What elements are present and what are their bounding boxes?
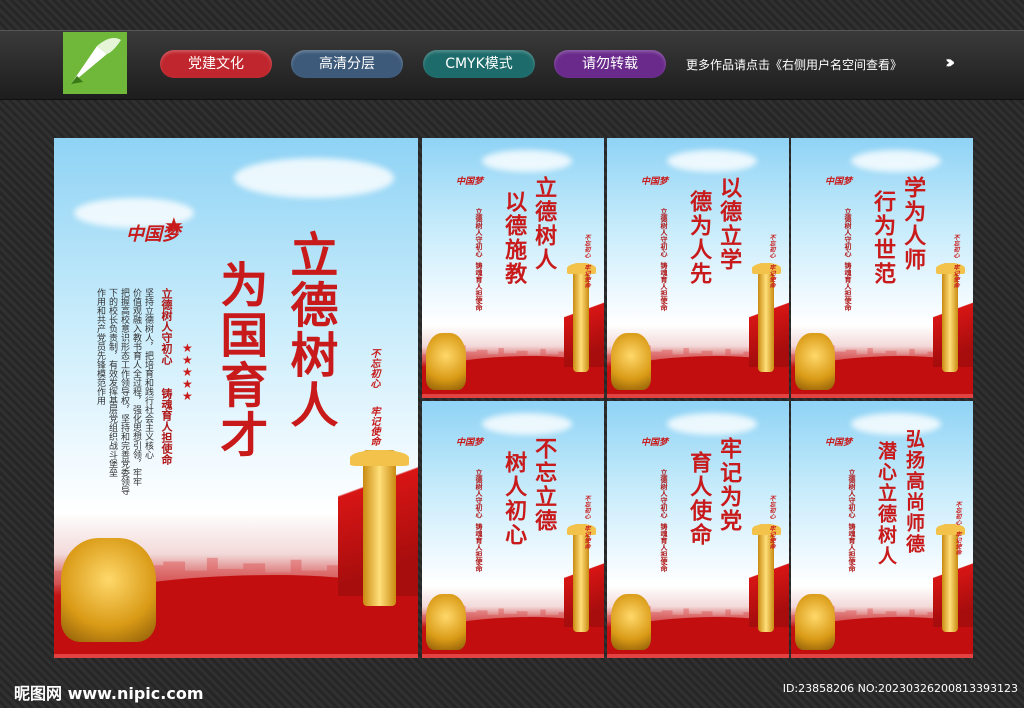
cloud [234, 158, 394, 198]
poster-title-line2: 潜心立德树人 [874, 441, 897, 567]
poster-subtitle-line2: 铸魂育人担使命 [660, 523, 669, 572]
poster-subtitle-line1: 立德树人守初心 [475, 208, 484, 257]
tag-cmyk-mode[interactable]: CMYK模式 [423, 50, 535, 78]
china-dream-emblem: 中国梦 [456, 177, 484, 187]
stone-lion [794, 593, 835, 651]
stamp-text-2: 牢记使命 [768, 525, 775, 549]
main-poster[interactable]: 中国梦 ★ 立德树人 为国育才 ★ ★ ★ ★ ★ 立德树人守初心 铸魂育人担使命 坚持… [54, 138, 418, 658]
stamp-text-1: 不忘初心 [368, 348, 379, 388]
small-poster-4[interactable]: 中国梦 不忘立德 树人初心 立德树人守初心 铸魂育人担使命 不忘初心 牢记使命 [422, 401, 604, 658]
cloud [482, 413, 572, 435]
tag-hd-layers[interactable]: 高清分层 [291, 50, 403, 78]
poster-subtitle-line2: 铸魂育人担使命 [844, 262, 853, 311]
stamp-text-1: 不忘初心 [583, 234, 590, 258]
poster-subtitle-line2: 铸魂育人担使命 [848, 523, 857, 572]
main-subtitle-line1: 立德树人守初心 [160, 288, 173, 365]
china-dream-emblem: 中国梦 [825, 438, 853, 448]
poster-title-line1: 弘扬高尚师德 [902, 429, 925, 555]
china-dream-emblem: 中国梦 [641, 438, 669, 448]
poster-title-line1: 不忘立德 [531, 437, 558, 533]
nipic-watermark: 昵图网 www.nipic.com [14, 684, 204, 703]
poster-subtitle-line1: 立德树人守初心 [844, 208, 853, 257]
stone-lion [610, 593, 651, 651]
poster-title-line2: 德为人先 [686, 190, 713, 286]
poster-title-line2: 以德施教 [501, 190, 528, 286]
stone-lion [610, 333, 651, 391]
poster-title-line1: 立德树人 [531, 176, 558, 272]
poster-subtitle-line2: 铸魂育人担使命 [660, 262, 669, 311]
tag-party-culture[interactable]: 党建文化 [160, 50, 272, 78]
emblem-star-icon: ★ [164, 214, 184, 239]
cloud [667, 150, 757, 172]
small-poster-6[interactable]: 中国梦 弘扬高尚师德 潜心立德树人 立德树人守初心 铸魂育人担使命 不忘初心 牢… [791, 401, 973, 658]
poster-title-line2: 育人使命 [686, 451, 713, 547]
body-line: 把握高校意识形态工作领导权，坚持和完善党委领导 [119, 288, 129, 495]
poster-subtitle-line1: 立德树人守初心 [475, 469, 484, 518]
nipic-pen-logo[interactable] [63, 32, 127, 94]
poster-subtitle-line1: 立德树人守初心 [848, 469, 857, 518]
cloud [667, 413, 757, 435]
china-dream-emblem: 中国梦 [641, 177, 669, 187]
china-dream-emblem: 中国梦 [456, 438, 484, 448]
body-line: 坚持立德树人，把培育和践行社会主义核心 [143, 288, 153, 459]
stone-lion [425, 593, 466, 651]
main-subtitle-line2: 铸魂育人担使命 [160, 388, 173, 465]
stamp-text-1: 不忘初心 [583, 495, 590, 519]
small-poster-5[interactable]: 中国梦 牢记为党 育人使命 立德树人守初心 铸魂育人担使命 不忘初心 牢记使命 [607, 401, 789, 658]
stamp-text-2: 牢记使命 [954, 531, 961, 555]
stamp-text-2: 牢记使命 [768, 264, 775, 288]
cloud [851, 413, 941, 435]
poster-subtitle-line2: 铸魂育人担使命 [475, 262, 484, 311]
stone-lion [794, 333, 835, 391]
poster-title-line2: 树人初心 [501, 451, 528, 547]
stone-lion [61, 538, 156, 643]
stamp-text-1: 不忘初心 [954, 501, 961, 525]
poster-subtitle-line1: 立德树人守初心 [660, 208, 669, 257]
china-dream-emblem: 中国梦 [825, 177, 853, 187]
small-poster-2[interactable]: 中国梦 以德立学 德为人先 立德树人守初心 铸魂育人担使命 不忘初心 牢记使命 [607, 138, 789, 398]
poster-title-line1: 牢记为党 [716, 437, 743, 533]
stone-lion [425, 333, 466, 391]
poster-title-line2: 行为世范 [870, 190, 897, 286]
stamp-text-1: 不忘初心 [768, 495, 775, 519]
poster-title-line1: 以德立学 [716, 176, 743, 272]
image-id-text: ID:23858206 NO:20230326200813393123 [782, 682, 1018, 695]
stamp-text-2: 牢记使命 [952, 264, 959, 288]
body-line: 作用和共产党员先锋模范作用 [95, 288, 105, 405]
body-line: 价值观融入教书育人全过程，强化思想引领，牢牢 [131, 288, 141, 486]
tag-no-repost[interactable]: 请勿转载 [554, 50, 666, 78]
double-chevron-right-icon[interactable]: ››› [945, 52, 956, 73]
poster-subtitle-line1: 立德树人守初心 [660, 469, 669, 518]
main-title-line1: 立德树人 [281, 230, 338, 430]
stamp-text-2: 牢记使命 [583, 525, 590, 549]
poster-title-line1: 学为人师 [900, 176, 927, 272]
stars-decoration-icon: ★ ★ ★ ★ ★ [182, 341, 193, 403]
cloud [482, 150, 572, 172]
small-poster-1[interactable]: 中国梦 立德树人 以德施教 立德树人守初心 铸魂育人担使命 不忘初心 牢记使命 [422, 138, 604, 398]
stamp-text-1: 不忘初心 [768, 234, 775, 258]
cloud [851, 150, 941, 172]
main-title-line2: 为国育才 [211, 260, 268, 460]
more-works-notice[interactable]: 更多作品请点击《右侧用户名空间查看》 [686, 56, 902, 73]
small-poster-3[interactable]: 中国梦 学为人师 行为世范 立德树人守初心 铸魂育人担使命 不忘初心 牢记使命 [791, 138, 973, 398]
body-line: 下的校长负责制，有效发挥基层党组织战斗堡垒 [107, 288, 117, 477]
poster-subtitle-line2: 铸魂育人担使命 [475, 523, 484, 572]
stamp-text-1: 不忘初心 [952, 234, 959, 258]
stamp-text-2: 牢记使命 [368, 406, 379, 446]
stamp-text-2: 牢记使命 [583, 264, 590, 288]
huabiao-pillar [350, 450, 409, 606]
